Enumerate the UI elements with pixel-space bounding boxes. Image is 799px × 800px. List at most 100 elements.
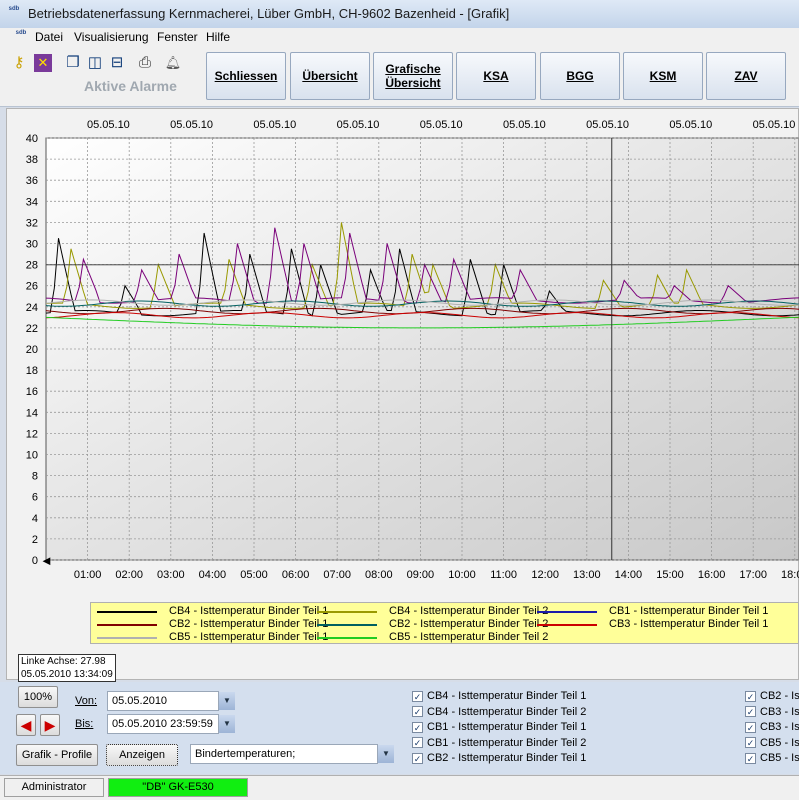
y-tick-label: 18 bbox=[26, 365, 38, 377]
series-checkbox-row[interactable]: ✓ CB3 - Ist bbox=[745, 706, 799, 718]
y-tick-label: 40 bbox=[26, 133, 38, 145]
series-checkbox-list-2: ✓ CB2 - Ist ✓ CB3 - Ist ✓ CB3 - Ist ✓ CB5 - Ist… bbox=[745, 690, 799, 770]
x-date-label: 05.05.10 bbox=[753, 119, 796, 131]
axis-arrow-icon: ◄ bbox=[40, 553, 53, 568]
menu-datei[interactable]: Datei bbox=[35, 30, 63, 44]
series-checkbox-row[interactable]: ✓ CB4 - Isttemperatur Binder Teil 1 bbox=[412, 690, 586, 702]
series-checkbox-row[interactable]: ✓ CB3 - Ist bbox=[745, 721, 799, 733]
series-checkbox-row[interactable]: ✓ CB1 - Isttemperatur Binder Teil 1 bbox=[412, 721, 586, 733]
graph-profile-button[interactable]: Grafik - Profile bbox=[16, 744, 98, 766]
checkbox-check-icon[interactable]: ✓ bbox=[745, 721, 756, 733]
x-tick-label: 02:00 bbox=[115, 569, 143, 581]
profile-select[interactable]: Bindertemperaturen; bbox=[190, 744, 378, 764]
y-tick-label: 24 bbox=[26, 302, 38, 314]
nav-button-bgg[interactable]: BGG bbox=[540, 52, 620, 100]
temperature-chart[interactable]: 024681012141618202224262830323436384001:… bbox=[6, 108, 799, 602]
x-tick-label: 14:00 bbox=[615, 569, 643, 581]
y-tick-label: 38 bbox=[26, 154, 38, 166]
y-tick-label: 10 bbox=[26, 450, 38, 462]
x-tick-label: 03:00 bbox=[157, 569, 185, 581]
legend-label: CB4 - Isttemperatur Binder Teil 1 bbox=[169, 605, 329, 617]
x-tick-label: 05:00 bbox=[240, 569, 268, 581]
next-period-arrow-icon[interactable]: ▶ bbox=[40, 714, 60, 736]
active-alarms-label[interactable]: Aktive Alarme bbox=[84, 78, 177, 94]
cascade-windows-icon[interactable]: ❐ bbox=[64, 54, 82, 72]
y-tick-label: 30 bbox=[26, 239, 38, 251]
legend-label: CB4 - Isttemperatur Binder Teil 2 bbox=[389, 605, 549, 617]
checkbox-label: CB5 - Ist bbox=[760, 752, 799, 764]
checkbox-label: CB4 - Isttemperatur Binder Teil 1 bbox=[427, 690, 587, 702]
legend-label: CB2 - Isttemperatur Binder Teil 2 bbox=[389, 618, 549, 630]
database-status: "DB" GK-E530 bbox=[108, 778, 248, 797]
von-dropdown-icon[interactable]: ▼ bbox=[219, 692, 235, 710]
checkbox-check-icon[interactable]: ✓ bbox=[745, 737, 756, 748]
von-date-field[interactable]: 05.05.2010 bbox=[107, 691, 219, 711]
key-icon[interactable]: ⚷ bbox=[10, 54, 28, 72]
checkbox-check-icon[interactable]: ✓ bbox=[745, 752, 756, 764]
menu-hilfe[interactable]: Hilfe bbox=[206, 30, 230, 44]
tile-vertical-icon[interactable]: ◫ bbox=[86, 54, 104, 72]
legend-swatch bbox=[317, 637, 377, 639]
menu-logo-icon[interactable]: sdb bbox=[14, 30, 28, 44]
series-checkbox-row[interactable]: ✓ CB5 - Ist bbox=[745, 752, 799, 764]
chart-legend: CB4 - Isttemperatur Binder Teil 1 CB4 - I… bbox=[90, 602, 799, 644]
nav-button-ksa[interactable]: KSA bbox=[456, 52, 536, 100]
x-tick-label: 11:00 bbox=[490, 569, 517, 581]
series-checkbox-row[interactable]: ✓ CB4 - Isttemperatur Binder Teil 2 bbox=[412, 706, 586, 718]
x-tick-label: 04:00 bbox=[199, 569, 227, 581]
tooltip-axis-value: Linke Achse: 27.98 bbox=[21, 656, 106, 667]
prev-period-arrow-icon[interactable]: ◀ bbox=[16, 714, 36, 736]
series-checkbox-row[interactable]: ✓ CB2 - Ist bbox=[745, 690, 799, 702]
legend-label: CB2 - Isttemperatur Binder Teil 1 bbox=[169, 618, 329, 630]
x-tick-label: 18:00 bbox=[781, 569, 799, 581]
bis-date-field[interactable]: 05.05.2010 23:59:59 bbox=[107, 714, 219, 734]
checkbox-check-icon[interactable]: ✓ bbox=[412, 737, 423, 748]
controls-panel: 100% Von: 05.05.2010 ▼ ◀ ▶ Bis: 05.05.20… bbox=[0, 682, 799, 774]
y-tick-label: 28 bbox=[26, 260, 38, 272]
x-tick-label: 13:00 bbox=[573, 569, 601, 581]
y-tick-label: 14 bbox=[26, 407, 38, 419]
x-tick-label: 09:00 bbox=[407, 569, 435, 581]
y-tick-label: 20 bbox=[26, 344, 38, 356]
checkbox-check-icon[interactable]: ✓ bbox=[745, 706, 756, 717]
tooltip-timestamp: 05.05.2010 13:34:09 bbox=[21, 669, 113, 680]
nav-button-grafische-uebersicht[interactable]: Grafische Übersicht bbox=[373, 52, 453, 100]
checkbox-check-icon[interactable]: ✓ bbox=[412, 690, 423, 702]
legend-swatch bbox=[97, 624, 157, 626]
legend-label: CB3 - Isttemperatur Binder Teil 1 bbox=[609, 618, 769, 630]
series-checkbox-list: ✓ CB4 - Isttemperatur Binder Teil 1 ✓ CB4 -… bbox=[412, 690, 612, 770]
legend-label: CB1 - Isttemperatur Binder Teil 1 bbox=[609, 605, 769, 617]
nav-button-ksm[interactable]: KSM bbox=[623, 52, 703, 100]
nav-button-zav[interactable]: ZAV bbox=[706, 52, 786, 100]
x-tick-label: 15:00 bbox=[656, 569, 684, 581]
profile-dropdown-icon[interactable]: ▼ bbox=[378, 745, 394, 763]
print-icon[interactable]: ⎙ bbox=[136, 54, 154, 72]
bis-label: Bis: bbox=[75, 718, 94, 730]
y-tick-label: 32 bbox=[26, 217, 38, 229]
checkbox-check-icon[interactable]: ✓ bbox=[745, 690, 756, 702]
network-icon[interactable]: ✕ bbox=[34, 54, 52, 72]
show-button[interactable]: Anzeigen bbox=[106, 744, 178, 766]
legend-label: CB5 - Isttemperatur Binder Teil 2 bbox=[389, 631, 549, 643]
y-tick-label: 22 bbox=[26, 323, 38, 335]
menu-visualisierung[interactable]: Visualisierung bbox=[74, 30, 149, 44]
nav-button-schliessen[interactable]: Schliessen bbox=[206, 52, 286, 100]
bis-dropdown-icon[interactable]: ▼ bbox=[219, 715, 235, 733]
series-checkbox-row[interactable]: ✓ CB5 - Ist bbox=[745, 737, 799, 749]
series-checkbox-row[interactable]: ✓ CB1 - Isttemperatur Binder Teil 2 bbox=[412, 737, 586, 749]
menu-fenster[interactable]: Fenster bbox=[157, 30, 198, 44]
legend-swatch bbox=[537, 611, 597, 613]
y-tick-label: 2 bbox=[32, 534, 38, 546]
tile-horizontal-icon[interactable]: ⊟ bbox=[108, 54, 126, 72]
user-status: Administrator bbox=[4, 778, 104, 797]
bell-icon[interactable]: 🔔︎ bbox=[164, 54, 182, 72]
zoom-100-button[interactable]: 100% bbox=[18, 686, 58, 708]
checkbox-check-icon[interactable]: ✓ bbox=[412, 752, 423, 764]
checkbox-label: CB2 - Isttemperatur Binder Teil 1 bbox=[427, 752, 587, 764]
checkbox-check-icon[interactable]: ✓ bbox=[412, 721, 423, 733]
x-tick-label: 17:00 bbox=[739, 569, 767, 581]
checkbox-label: CB1 - Isttemperatur Binder Teil 2 bbox=[427, 736, 587, 749]
series-checkbox-row[interactable]: ✓ CB2 - Isttemperatur Binder Teil 1 bbox=[412, 752, 586, 764]
nav-button-uebersicht[interactable]: Übersicht bbox=[290, 52, 370, 100]
checkbox-check-icon[interactable]: ✓ bbox=[412, 706, 423, 717]
